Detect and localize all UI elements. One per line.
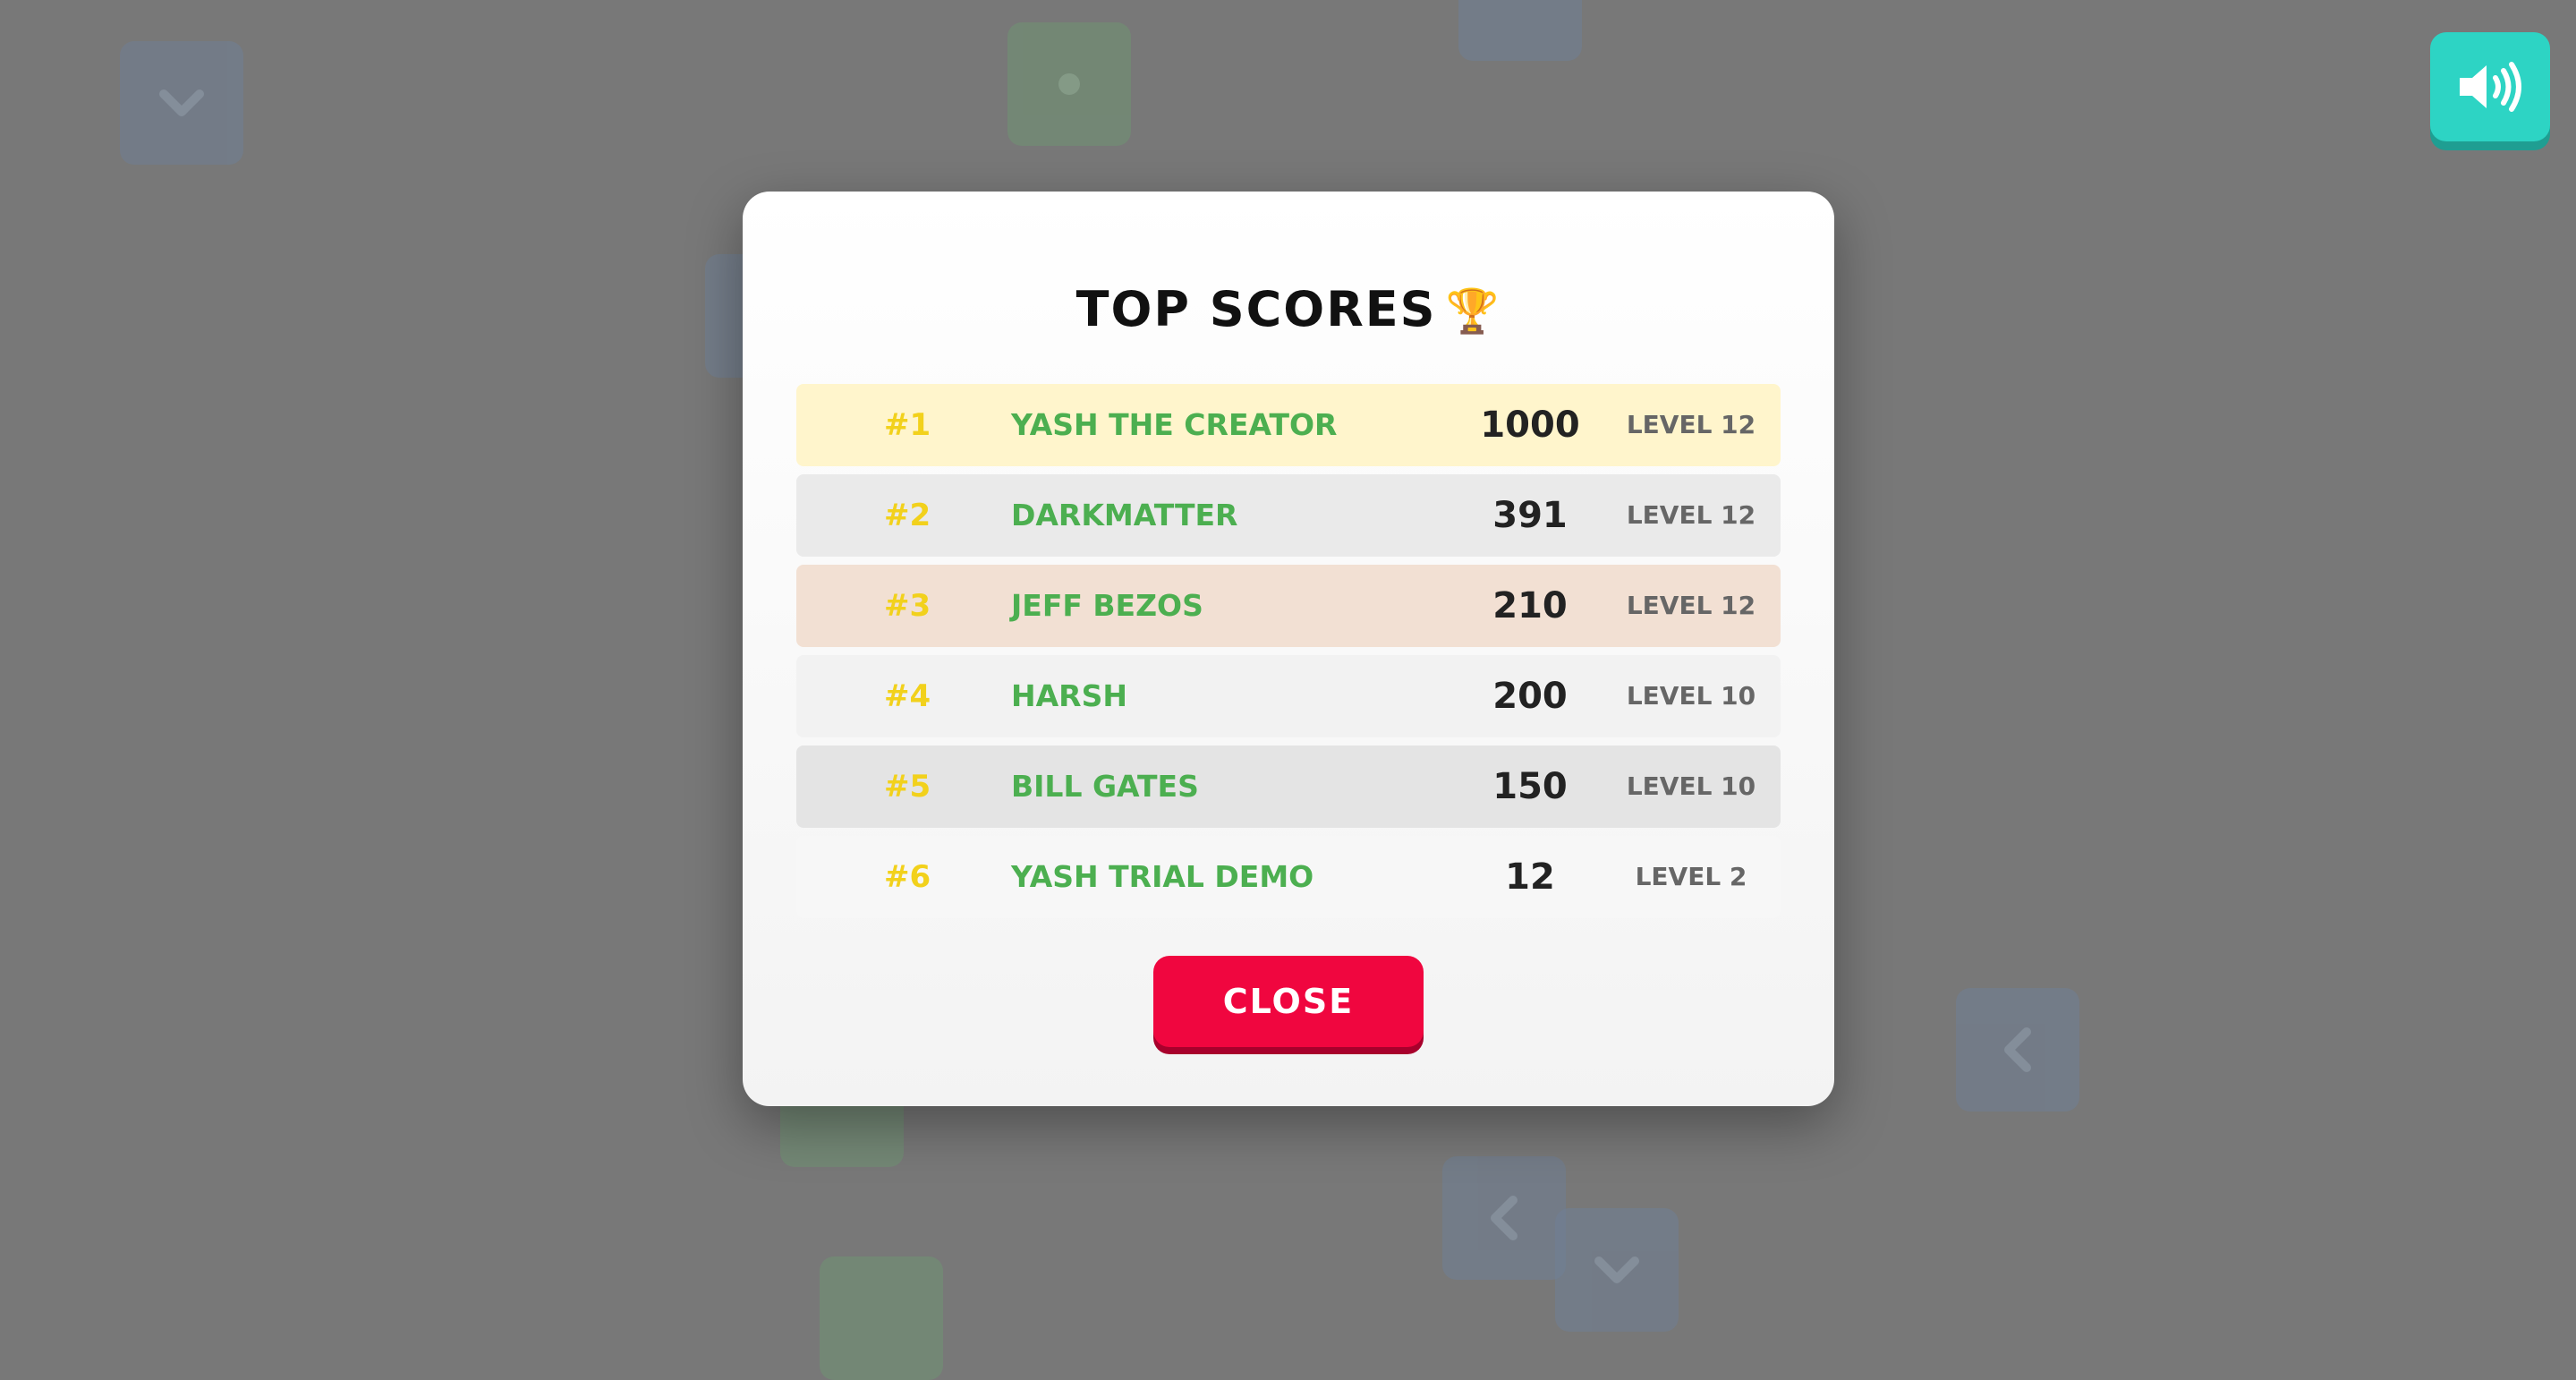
player-name: HARSH <box>1011 678 1127 713</box>
modal-title-text: TOP SCORES <box>1075 281 1437 337</box>
score-row: #2 DARKMATTER 391 LEVEL 12 <box>796 474 1781 557</box>
score-rank: #3 <box>884 588 931 624</box>
score-rank: #4 <box>884 678 931 714</box>
score-list: #1 YASH THE CREATOR 1000 LEVEL 12 #2 DAR… <box>796 384 1781 926</box>
background-tile-top <box>1458 0 1582 61</box>
score-row: #1 YASH THE CREATOR 1000 LEVEL 12 <box>796 384 1781 466</box>
player-score: 391 <box>1492 495 1568 536</box>
score-row: #4 HARSH 200 LEVEL 10 <box>796 655 1781 737</box>
player-level: LEVEL 10 <box>1626 681 1756 711</box>
chevron-left-icon <box>1491 1196 1518 1240</box>
player-level: LEVEL 12 <box>1626 500 1756 530</box>
chevron-down-icon <box>159 89 204 116</box>
player-level: LEVEL 2 <box>1635 862 1747 891</box>
score-rank: #5 <box>884 769 931 805</box>
background-tile-dot <box>1007 22 1131 146</box>
player-score: 12 <box>1505 856 1555 898</box>
dot-icon <box>1058 73 1080 95</box>
score-rank: #2 <box>884 498 931 533</box>
modal-title: TOP SCORES 🏆 <box>743 281 1834 337</box>
background-tile-down-arrow-2 <box>1555 1208 1679 1332</box>
player-level: LEVEL 12 <box>1626 410 1756 439</box>
player-level: LEVEL 10 <box>1626 771 1756 801</box>
score-rank: #6 <box>884 859 931 895</box>
score-row: #5 BILL GATES 150 LEVEL 10 <box>796 745 1781 828</box>
background-tile-left-arrow <box>1956 988 2079 1112</box>
player-score: 200 <box>1492 676 1568 717</box>
trophy-icon: 🏆 <box>1445 286 1501 336</box>
player-score: 210 <box>1492 585 1568 626</box>
chevron-down-icon <box>1594 1256 1639 1283</box>
player-level: LEVEL 12 <box>1626 591 1756 620</box>
background-tile-left-arrow-2 <box>1442 1156 1566 1280</box>
player-name: JEFF BEZOS <box>1011 588 1203 623</box>
score-row: #6 YASH TRIAL DEMO 12 LEVEL 2 <box>796 836 1781 918</box>
score-row: #3 JEFF BEZOS 210 LEVEL 12 <box>796 565 1781 647</box>
player-score: 150 <box>1492 766 1568 807</box>
sound-toggle-button[interactable] <box>2430 32 2550 141</box>
chevron-left-icon <box>2004 1027 2031 1072</box>
speaker-volume-icon <box>2460 62 2521 112</box>
player-name: YASH TRIAL DEMO <box>1011 859 1314 894</box>
background-tile-bottom-green-2 <box>820 1256 943 1380</box>
close-button[interactable]: CLOSE <box>1153 956 1424 1047</box>
player-name: DARKMATTER <box>1011 498 1238 532</box>
score-rank: #1 <box>884 407 931 443</box>
top-scores-modal: TOP SCORES 🏆 #1 YASH THE CREATOR 1000 LEV… <box>743 192 1834 1106</box>
player-name: BILL GATES <box>1011 769 1199 804</box>
background-tile-down-arrow <box>120 41 243 165</box>
player-score: 1000 <box>1480 405 1580 446</box>
player-name: YASH THE CREATOR <box>1011 407 1338 442</box>
